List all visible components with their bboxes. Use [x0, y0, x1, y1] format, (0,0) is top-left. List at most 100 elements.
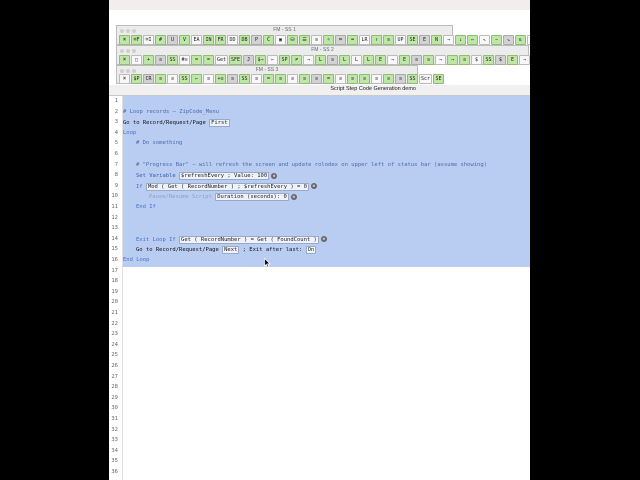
script-step[interactable]: # Do something [136, 140, 182, 146]
palette-button[interactable]: P [251, 35, 262, 45]
palette-button[interactable]: SP [279, 55, 291, 65]
script-step[interactable]: Pause/Resume Script Duration (seconds): … [149, 193, 297, 202]
palette-button[interactable]: SFE [229, 55, 243, 65]
palette-button[interactable]: ≡ [155, 74, 166, 84]
palette-button[interactable]: E [419, 35, 430, 45]
palette-button[interactable]: − [491, 35, 502, 45]
palette-button[interactable]: Ĉ [263, 35, 274, 45]
palette-button[interactable]: L [339, 55, 351, 65]
palette-button[interactable]: #≡ [179, 55, 190, 65]
script-step[interactable]: Loop [123, 130, 136, 136]
palette-button[interactable]: ≡ [383, 74, 394, 84]
palette-button[interactable]: ∅ [527, 35, 530, 45]
palette-button[interactable]: ← [267, 55, 279, 65]
palette-button[interactable]: E [375, 55, 387, 65]
palette-button[interactable]: ↖ [479, 35, 490, 45]
script-step[interactable]: If Mod ( Get ( RecordNumber ) ; $refresh… [136, 182, 317, 191]
palette-button[interactable]: LR [359, 35, 370, 45]
palette-ss1[interactable]: FM - SS 1 ⌘ ⌘F ⌘I # U V EA IN FR DD DB P Ĉ ▣ ⛁ ☰ ≡ ☼ ⌗ ⌨ LR ↑… [116, 25, 530, 45]
palette-button[interactable]: Get [215, 55, 229, 65]
gear-icon[interactable]: ⚙ [290, 193, 297, 200]
palette-button[interactable]: $→ [255, 55, 267, 65]
step-parameter[interactable]: Mod ( Get ( RecordNumber ) ; $refreshEve… [145, 182, 309, 191]
palette-button[interactable]: ⛁ [287, 35, 298, 45]
script-window-titlebar[interactable]: Script Step Code Generation demo [109, 85, 530, 96]
palette-button[interactable]: # [155, 35, 166, 45]
palette-button[interactable]: ≡ [167, 74, 178, 84]
palette-button[interactable]: SS [407, 74, 418, 84]
palette-button[interactable]: ≡ [395, 74, 406, 84]
palette-button[interactable]: ≡ [459, 55, 471, 65]
palette-button[interactable]: = [323, 74, 334, 84]
palette-button[interactable]: DB [239, 35, 250, 45]
palette-button[interactable]: $ [495, 55, 507, 65]
palette-button[interactable]: → [443, 35, 454, 45]
palette-button[interactable]: ← [467, 35, 478, 45]
step-parameter[interactable]: On [305, 246, 317, 255]
palette-button[interactable]: SE [407, 35, 418, 45]
palette-button[interactable]: = [263, 74, 274, 84]
script-step[interactable]: # Loop records – ZipCode_Menu [123, 109, 219, 115]
palette-button[interactable]: ⌘ [119, 74, 130, 84]
palette-button[interactable]: ≡ [383, 35, 394, 45]
palette-button[interactable]: Scr [419, 74, 433, 84]
palette-button[interactable]: ≡ [359, 74, 370, 84]
palette-button[interactable]: ≡ [411, 55, 423, 65]
palette-button[interactable]: SS [483, 55, 495, 65]
palette-button[interactable]: ⌗ [335, 35, 346, 45]
palette-button[interactable]: J [243, 55, 255, 65]
palette-button[interactable]: L [315, 55, 327, 65]
palette-ss3[interactable]: FM - SS 3 ⌘ $P CR ≡ ≡ SS ← ≡ +≡ ≡ SS ≡ = ≡ ≡ ≡ ≡ = ≡ ≡ ≡ ≡ ≡ ≡ S… [116, 65, 445, 84]
palette-button[interactable]: N [431, 35, 442, 45]
palette-button[interactable]: IN [203, 35, 214, 45]
step-parameter[interactable]: $refreshEvery ; Value: 100 [179, 172, 270, 181]
palette-button[interactable]: SS [179, 74, 190, 84]
palette-button[interactable]: ≡ [311, 74, 322, 84]
palette-button[interactable]: L [363, 55, 375, 65]
palette-button[interactable]: ≡ [155, 55, 166, 65]
palette-button[interactable]: U [167, 35, 178, 45]
palette-button[interactable]: ▣ [275, 35, 286, 45]
palette-button[interactable]: ≠ [291, 55, 303, 65]
palette-button[interactable]: E [507, 55, 519, 65]
palette-button[interactable]: SS [239, 74, 250, 84]
palette-button[interactable]: ↓ [455, 35, 466, 45]
palette-button[interactable]: CR [143, 74, 154, 84]
palette-button[interactable]: ≡ [227, 74, 238, 84]
gear-icon[interactable]: ⚙ [310, 183, 317, 190]
palette-button[interactable]: □ [131, 55, 142, 65]
palette-button[interactable]: ⌘ [119, 55, 130, 65]
palette-button[interactable]: V [179, 35, 190, 45]
palette-button[interactable]: → [519, 55, 530, 65]
palette-button[interactable]: SS [167, 55, 178, 65]
palette-button[interactable]: E [399, 55, 411, 65]
step-parameter[interactable]: Get ( RecordNumber ) = Get ( FoundCount … [179, 235, 319, 244]
palette-button[interactable]: ⌘I [143, 35, 154, 45]
palette-button[interactable]: ≡ [423, 55, 435, 65]
palette-button[interactable]: DD [227, 35, 238, 45]
palette-button[interactable]: ☼ [323, 35, 334, 45]
palette-button[interactable]: $P [131, 74, 142, 84]
step-parameter[interactable]: Next [222, 246, 240, 255]
gear-icon[interactable]: ⚙ [320, 236, 327, 243]
gear-icon[interactable]: ⚙ [271, 172, 278, 179]
palette-button[interactable]: ☰ [299, 35, 310, 45]
script-step[interactable]: End Loop [123, 257, 150, 263]
palette-button[interactable]: SE [433, 74, 445, 84]
palette-button[interactable]: +≡ [215, 74, 226, 84]
palette-button[interactable]: ≡ [371, 74, 382, 84]
palette-button[interactable]: ≡ [251, 74, 262, 84]
palette-button[interactable]: ≡ [287, 74, 298, 84]
palette-button[interactable]: ⌘F [131, 35, 142, 45]
palette-button[interactable]: ← [191, 74, 202, 84]
script-step[interactable]: # "Progress Bar" – will refresh the scre… [136, 162, 487, 168]
palette-button[interactable]: UP [395, 35, 406, 45]
palette-ss2[interactable]: FM - SS 2 ⌘ □ + ≡ SS #≡ = = Get SFE J $→ ← SP ≠ → L ≡ L L L E… [116, 45, 530, 65]
step-parameter[interactable]: Duration (seconds): 0 [215, 193, 289, 202]
palette-button[interactable]: → [303, 55, 315, 65]
palette-button[interactable]: → [435, 55, 447, 65]
script-editor[interactable]: 1 2 3 4 5 6 7 8 9 10 11 12 13 14 15 16 17 18 19 20 21 22 23 24 2… [109, 96, 530, 480]
palette-button[interactable]: ≡ [203, 74, 214, 84]
palette-button[interactable]: ≡ [299, 74, 310, 84]
script-step[interactable]: Exit Loop If Get ( RecordNumber ) = Get … [136, 235, 327, 244]
